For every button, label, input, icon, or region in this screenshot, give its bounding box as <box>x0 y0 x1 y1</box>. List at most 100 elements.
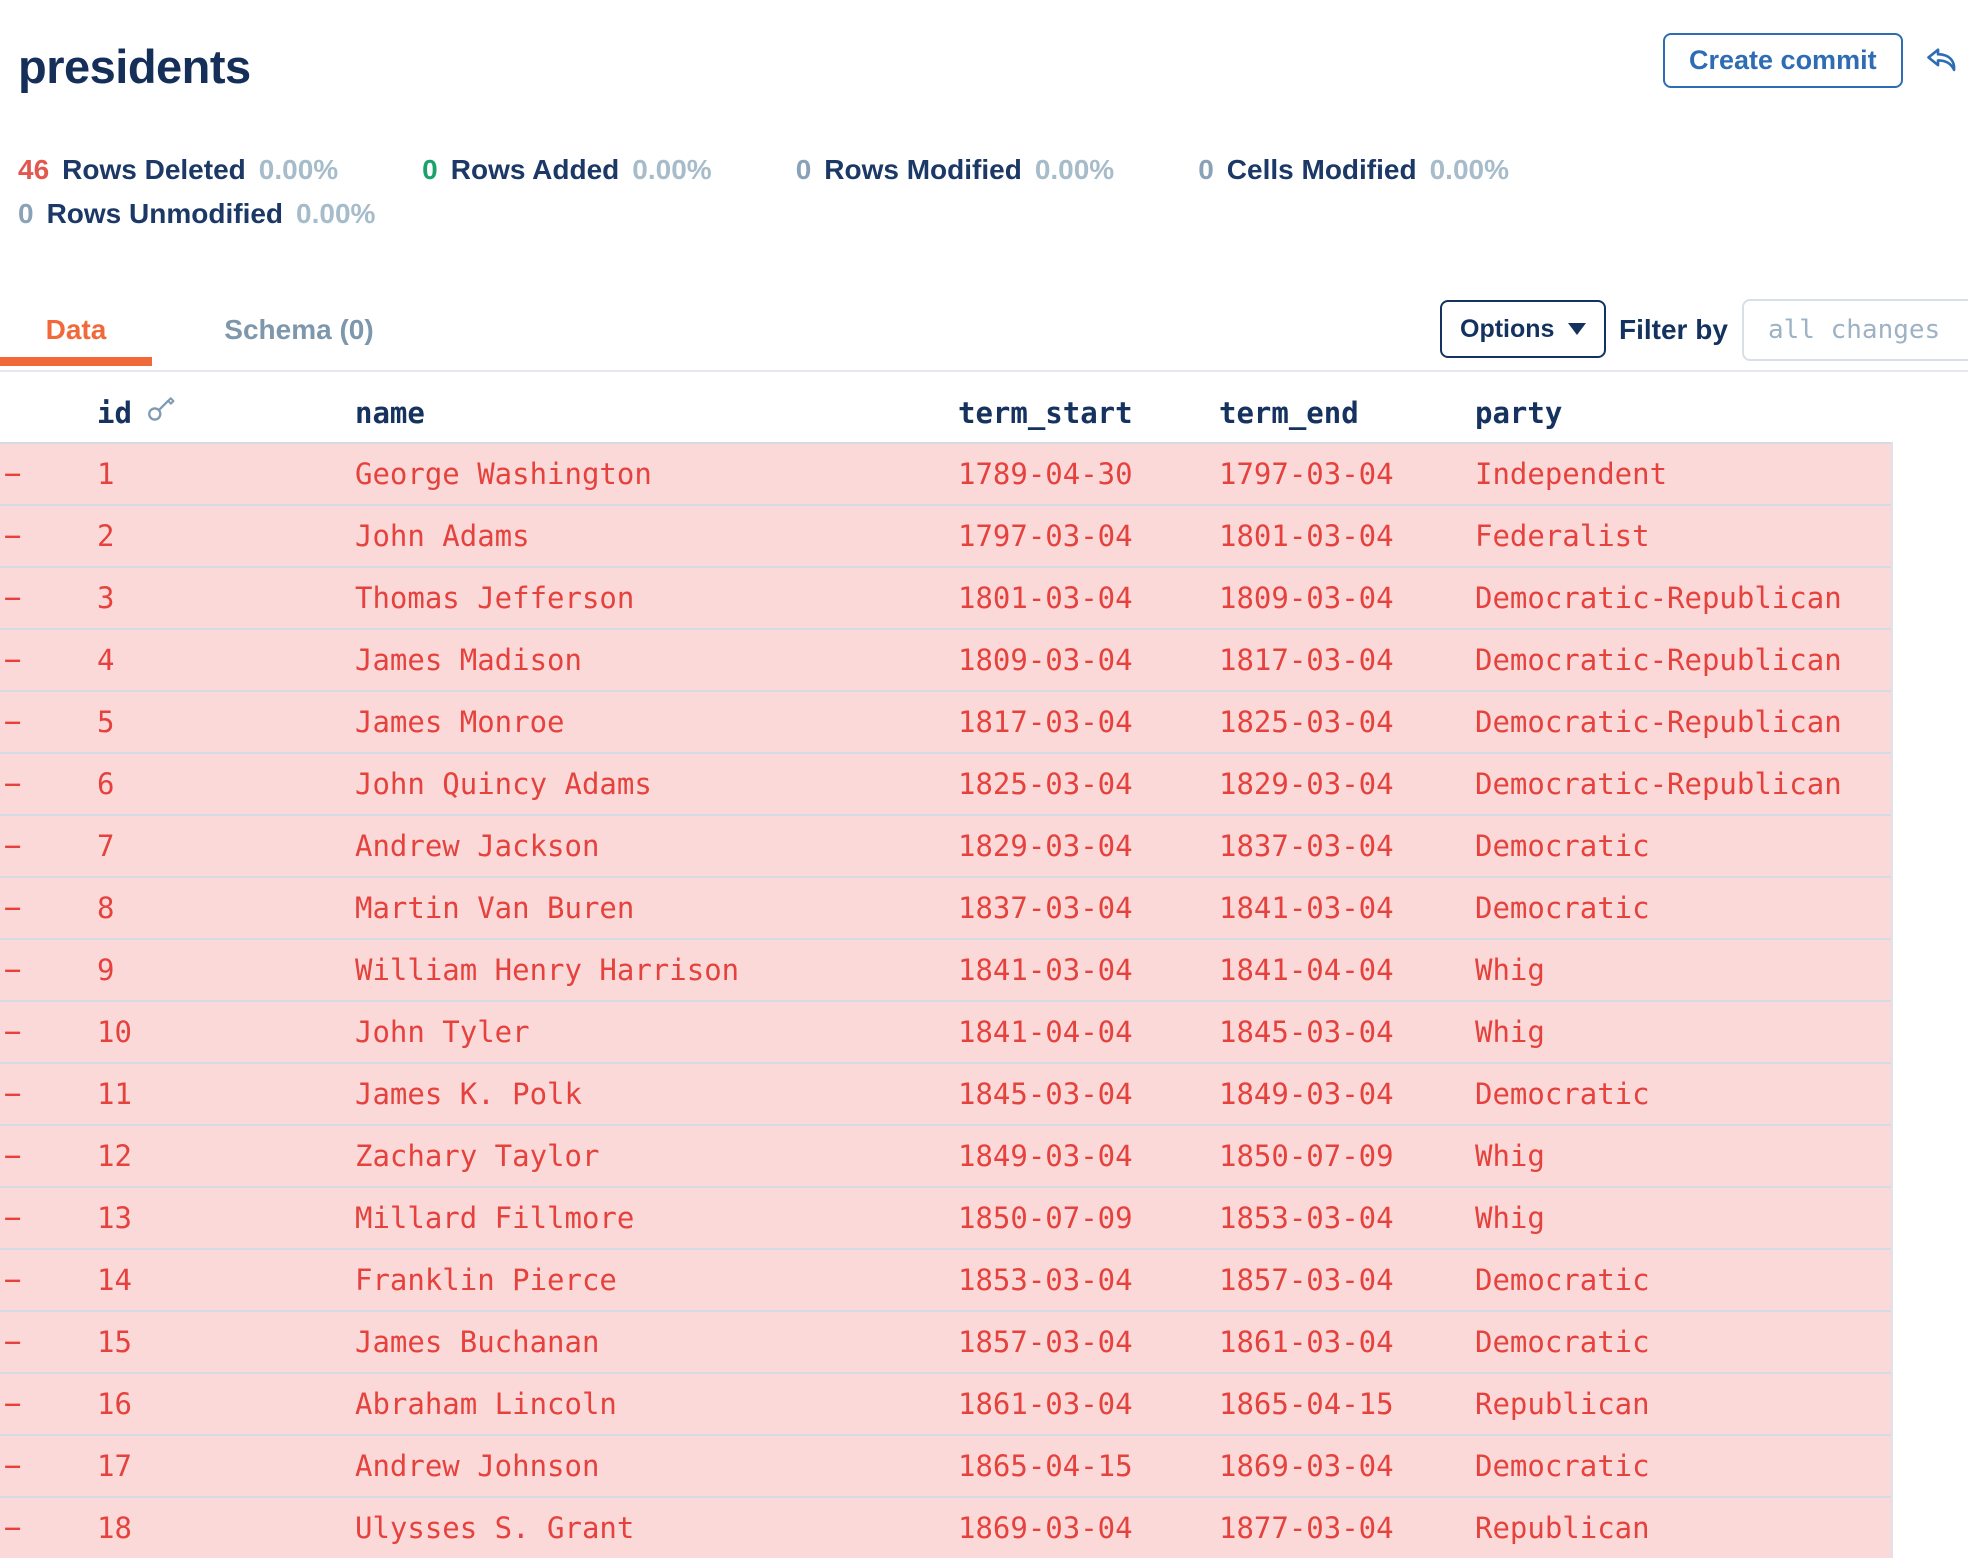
cell-id[interactable]: 18 <box>93 1511 351 1545</box>
cell-term-end[interactable]: 1837-03-04 <box>1215 829 1471 863</box>
undo-icon[interactable] <box>1922 42 1960 80</box>
cell-term-end[interactable]: 1825-03-04 <box>1215 705 1471 739</box>
cell-term-start[interactable]: 1825-03-04 <box>954 767 1215 801</box>
cell-term-end[interactable]: 1861-03-04 <box>1215 1325 1471 1359</box>
cell-name[interactable]: Thomas Jefferson <box>351 581 954 615</box>
cell-term-end[interactable]: 1853-03-04 <box>1215 1201 1471 1235</box>
cell-id[interactable]: 17 <box>93 1449 351 1483</box>
cell-term-start[interactable]: 1817-03-04 <box>954 705 1215 739</box>
cell-id[interactable]: 10 <box>93 1015 351 1049</box>
cell-party[interactable]: Whig <box>1471 953 1891 987</box>
table-row[interactable]: − 17 Andrew Johnson 1865-04-15 1869-03-0… <box>0 1434 1891 1496</box>
cell-party[interactable]: Democratic-Republican <box>1471 767 1891 801</box>
table-row[interactable]: − 8 Martin Van Buren 1837-03-04 1841-03-… <box>0 876 1891 938</box>
cell-term-start[interactable]: 1850-07-09 <box>954 1201 1215 1235</box>
cell-name[interactable]: George Washington <box>351 457 954 491</box>
table-row[interactable]: − 11 James K. Polk 1845-03-04 1849-03-04… <box>0 1062 1891 1124</box>
cell-term-end[interactable]: 1869-03-04 <box>1215 1449 1471 1483</box>
cell-party[interactable]: Democratic <box>1471 1263 1891 1297</box>
cell-term-start[interactable]: 1809-03-04 <box>954 643 1215 677</box>
cell-party[interactable]: Federalist <box>1471 519 1891 553</box>
cell-id[interactable]: 9 <box>93 953 351 987</box>
cell-id[interactable]: 3 <box>93 581 351 615</box>
table-row[interactable]: − 7 Andrew Jackson 1829-03-04 1837-03-04… <box>0 814 1891 876</box>
cell-term-end[interactable]: 1865-04-15 <box>1215 1387 1471 1421</box>
cell-id[interactable]: 13 <box>93 1201 351 1235</box>
cell-party[interactable]: Republican <box>1471 1511 1891 1545</box>
cell-term-end[interactable]: 1841-04-04 <box>1215 953 1471 987</box>
cell-name[interactable]: John Tyler <box>351 1015 954 1049</box>
cell-name[interactable]: James Buchanan <box>351 1325 954 1359</box>
cell-name[interactable]: John Adams <box>351 519 954 553</box>
cell-party[interactable]: Independent <box>1471 457 1891 491</box>
cell-term-start[interactable]: 1829-03-04 <box>954 829 1215 863</box>
table-row[interactable]: − 3 Thomas Jefferson 1801-03-04 1809-03-… <box>0 566 1891 628</box>
cell-term-start[interactable]: 1869-03-04 <box>954 1511 1215 1545</box>
cell-term-start[interactable]: 1841-03-04 <box>954 953 1215 987</box>
cell-party[interactable]: Democratic <box>1471 1077 1891 1111</box>
table-row[interactable]: − 18 Ulysses S. Grant 1869-03-04 1877-03… <box>0 1496 1891 1558</box>
table-row[interactable]: − 1 George Washington 1789-04-30 1797-03… <box>0 442 1891 504</box>
cell-name[interactable]: Millard Fillmore <box>351 1201 954 1235</box>
cell-term-end[interactable]: 1845-03-04 <box>1215 1015 1471 1049</box>
cell-term-start[interactable]: 1801-03-04 <box>954 581 1215 615</box>
cell-id[interactable]: 4 <box>93 643 351 677</box>
cell-term-end[interactable]: 1877-03-04 <box>1215 1511 1471 1545</box>
table-row[interactable]: − 15 James Buchanan 1857-03-04 1861-03-0… <box>0 1310 1891 1372</box>
cell-name[interactable]: Franklin Pierce <box>351 1263 954 1297</box>
table-row[interactable]: − 6 John Quincy Adams 1825-03-04 1829-03… <box>0 752 1891 814</box>
options-dropdown-button[interactable]: Options <box>1440 300 1606 358</box>
cell-id[interactable]: 1 <box>93 457 351 491</box>
cell-id[interactable]: 12 <box>93 1139 351 1173</box>
create-commit-button[interactable]: Create commit <box>1663 33 1903 88</box>
cell-term-start[interactable]: 1857-03-04 <box>954 1325 1215 1359</box>
cell-term-end[interactable]: 1817-03-04 <box>1215 643 1471 677</box>
table-row[interactable]: − 2 John Adams 1797-03-04 1801-03-04 Fed… <box>0 504 1891 566</box>
cell-term-end[interactable]: 1841-03-04 <box>1215 891 1471 925</box>
cell-name[interactable]: Andrew Jackson <box>351 829 954 863</box>
cell-id[interactable]: 8 <box>93 891 351 925</box>
cell-term-start[interactable]: 1789-04-30 <box>954 457 1215 491</box>
cell-id[interactable]: 15 <box>93 1325 351 1359</box>
cell-id[interactable]: 11 <box>93 1077 351 1111</box>
cell-term-end[interactable]: 1829-03-04 <box>1215 767 1471 801</box>
cell-party[interactable]: Democratic-Republican <box>1471 705 1891 739</box>
cell-name[interactable]: Martin Van Buren <box>351 891 954 925</box>
cell-name[interactable]: Abraham Lincoln <box>351 1387 954 1421</box>
table-row[interactable]: − 14 Franklin Pierce 1853-03-04 1857-03-… <box>0 1248 1891 1310</box>
cell-party[interactable]: Whig <box>1471 1015 1891 1049</box>
cell-party[interactable]: Republican <box>1471 1387 1891 1421</box>
cell-term-end[interactable]: 1797-03-04 <box>1215 457 1471 491</box>
cell-party[interactable]: Democratic <box>1471 829 1891 863</box>
cell-term-end[interactable]: 1809-03-04 <box>1215 581 1471 615</box>
cell-name[interactable]: Andrew Johnson <box>351 1449 954 1483</box>
cell-name[interactable]: James Monroe <box>351 705 954 739</box>
cell-name[interactable]: Ulysses S. Grant <box>351 1511 954 1545</box>
cell-term-start[interactable]: 1861-03-04 <box>954 1387 1215 1421</box>
cell-term-start[interactable]: 1849-03-04 <box>954 1139 1215 1173</box>
cell-id[interactable]: 2 <box>93 519 351 553</box>
cell-term-start[interactable]: 1797-03-04 <box>954 519 1215 553</box>
cell-name[interactable]: Zachary Taylor <box>351 1139 954 1173</box>
cell-name[interactable]: James K. Polk <box>351 1077 954 1111</box>
cell-term-end[interactable]: 1849-03-04 <box>1215 1077 1471 1111</box>
cell-id[interactable]: 6 <box>93 767 351 801</box>
cell-party[interactable]: Whig <box>1471 1139 1891 1173</box>
cell-id[interactable]: 14 <box>93 1263 351 1297</box>
table-row[interactable]: − 5 James Monroe 1817-03-04 1825-03-04 D… <box>0 690 1891 752</box>
table-row[interactable]: − 9 William Henry Harrison 1841-03-04 18… <box>0 938 1891 1000</box>
cell-name[interactable]: John Quincy Adams <box>351 767 954 801</box>
cell-party[interactable]: Whig <box>1471 1201 1891 1235</box>
cell-id[interactable]: 16 <box>93 1387 351 1421</box>
cell-party[interactable]: Democratic-Republican <box>1471 581 1891 615</box>
table-row[interactable]: − 10 John Tyler 1841-04-04 1845-03-04 Wh… <box>0 1000 1891 1062</box>
filter-changes-input[interactable] <box>1742 299 1968 361</box>
cell-name[interactable]: William Henry Harrison <box>351 953 954 987</box>
cell-term-start[interactable]: 1845-03-04 <box>954 1077 1215 1111</box>
cell-id[interactable]: 5 <box>93 705 351 739</box>
cell-term-end[interactable]: 1857-03-04 <box>1215 1263 1471 1297</box>
cell-id[interactable]: 7 <box>93 829 351 863</box>
cell-term-start[interactable]: 1841-04-04 <box>954 1015 1215 1049</box>
cell-name[interactable]: James Madison <box>351 643 954 677</box>
cell-term-end[interactable]: 1850-07-09 <box>1215 1139 1471 1173</box>
